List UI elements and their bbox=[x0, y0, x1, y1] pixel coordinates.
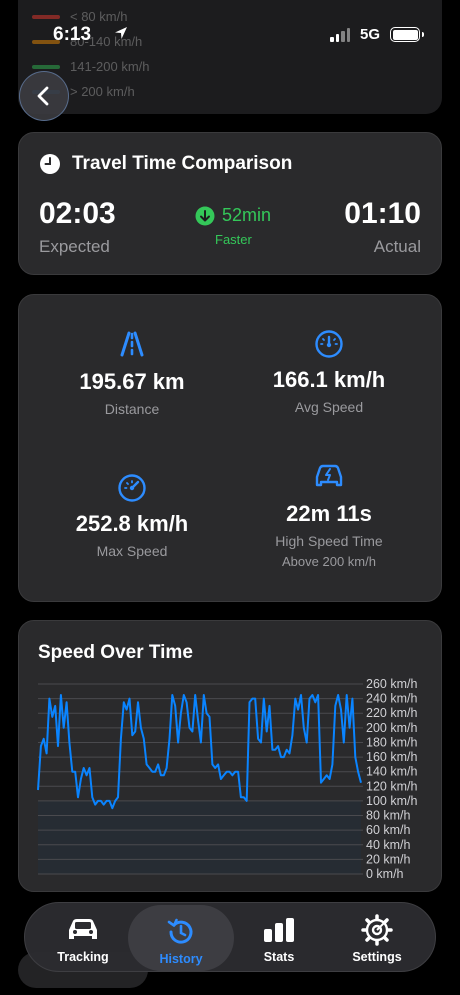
speed-line-chart: 260 km/h240 km/h220 km/h200 km/h180 km/h… bbox=[37, 677, 417, 881]
distance-label: Distance bbox=[104, 401, 160, 417]
high-speed-threshold-label: Above 200 km/h bbox=[282, 554, 376, 569]
max-speed-value: 252.8 km/h bbox=[75, 511, 189, 536]
y-tick-label: 40 km/h bbox=[366, 838, 411, 852]
history-icon bbox=[165, 916, 197, 948]
tab-label: Settings bbox=[352, 950, 402, 964]
speed-series-line bbox=[37, 694, 362, 810]
trip-stats-card: 195.67 km Distance 166.1 km/h Avg Speed … bbox=[18, 294, 442, 602]
status-bar: 6:13 5G bbox=[0, 0, 460, 60]
legend-label: 141-200 km/h bbox=[70, 59, 150, 74]
y-tick-label: 0 km/h bbox=[366, 867, 404, 881]
y-tick-label: 220 km/h bbox=[366, 706, 417, 720]
actual-time-label: Actual bbox=[373, 237, 421, 256]
y-tick-label: 260 km/h bbox=[366, 677, 417, 691]
bar-chart-icon bbox=[262, 914, 296, 946]
avg-speed-value: 166.1 km/h bbox=[272, 367, 386, 392]
tab-tracking[interactable]: Tracking bbox=[31, 903, 135, 973]
location-arrow-icon bbox=[113, 25, 129, 46]
signal-strength-icon bbox=[330, 28, 350, 42]
avg-speed-label: Avg Speed bbox=[294, 399, 364, 415]
tab-label: History bbox=[159, 952, 203, 966]
y-tick-label: 240 km/h bbox=[366, 692, 417, 706]
network-type: 5G bbox=[360, 26, 381, 43]
y-tick-label: 200 km/h bbox=[366, 721, 417, 735]
battery-icon bbox=[390, 27, 424, 42]
distance-stat: 195.67 km Distance bbox=[32, 331, 232, 417]
high-speed-time-stat: 22m 11s High Speed Time Above 200 km/h bbox=[229, 463, 429, 569]
legend-label: > 200 km/h bbox=[70, 84, 135, 99]
max-speed-stat: 252.8 km/h Max Speed bbox=[32, 473, 232, 559]
expected-time-value: 02:03 bbox=[39, 197, 116, 230]
expected-time-label: Expected bbox=[39, 237, 110, 256]
max-speed-label: Max Speed bbox=[96, 543, 168, 559]
travel-time-card: Travel Time Comparison 02:03 Expected 52… bbox=[18, 132, 442, 275]
y-tick-label: 140 km/h bbox=[366, 765, 417, 779]
high-speed-time-label: High Speed Time bbox=[275, 533, 383, 549]
travel-time-title: Travel Time Comparison bbox=[72, 153, 293, 174]
tab-settings[interactable]: Settings bbox=[325, 903, 429, 973]
time-difference-value: 52min bbox=[222, 205, 272, 225]
tab-stats[interactable]: Stats bbox=[227, 903, 331, 973]
high-speed-time-value: 22m 11s bbox=[286, 501, 372, 526]
time-difference: 52min bbox=[195, 205, 271, 226]
y-tick-label: 60 km/h bbox=[366, 823, 411, 837]
tab-history[interactable]: History bbox=[128, 905, 234, 971]
road-icon bbox=[32, 331, 232, 361]
chart-low-speed-band bbox=[38, 800, 361, 874]
tab-label: Stats bbox=[263, 950, 295, 964]
gear-icon bbox=[361, 914, 393, 946]
speedometer-icon bbox=[32, 473, 232, 503]
time-difference-label: Faster bbox=[215, 232, 252, 247]
tab-label: Tracking bbox=[57, 950, 109, 964]
y-tick-label: 100 km/h bbox=[366, 794, 417, 808]
distance-value: 195.67 km bbox=[79, 369, 185, 394]
y-tick-label: 120 km/h bbox=[366, 779, 417, 793]
y-tick-label: 80 km/h bbox=[366, 809, 411, 823]
y-tick-label: 160 km/h bbox=[366, 750, 417, 764]
speed-chart-card: Speed Over Time 260 km/h 240 km/h 220 km/h… bbox=[18, 620, 442, 892]
legend-swatch bbox=[32, 64, 60, 69]
car-icon bbox=[66, 914, 100, 946]
status-time: 6:13 bbox=[53, 24, 92, 45]
tab-bar: Tracking History Stats Settings bbox=[24, 902, 436, 972]
y-tick-label: 180 km/h bbox=[366, 735, 417, 749]
avg-speed-stat: 166.1 km/h Avg Speed bbox=[229, 329, 429, 415]
back-button[interactable] bbox=[19, 71, 69, 121]
y-tick-label: 20 km/h bbox=[366, 852, 411, 866]
arrow-down-circle-icon bbox=[195, 206, 215, 225]
travel-time-header: Travel Time Comparison bbox=[39, 153, 292, 175]
clock-icon bbox=[40, 154, 60, 174]
actual-time-value: 01:10 bbox=[344, 197, 421, 230]
chevron-left-icon bbox=[37, 86, 49, 106]
gauge-icon bbox=[229, 329, 429, 359]
electric-car-icon bbox=[229, 463, 429, 493]
